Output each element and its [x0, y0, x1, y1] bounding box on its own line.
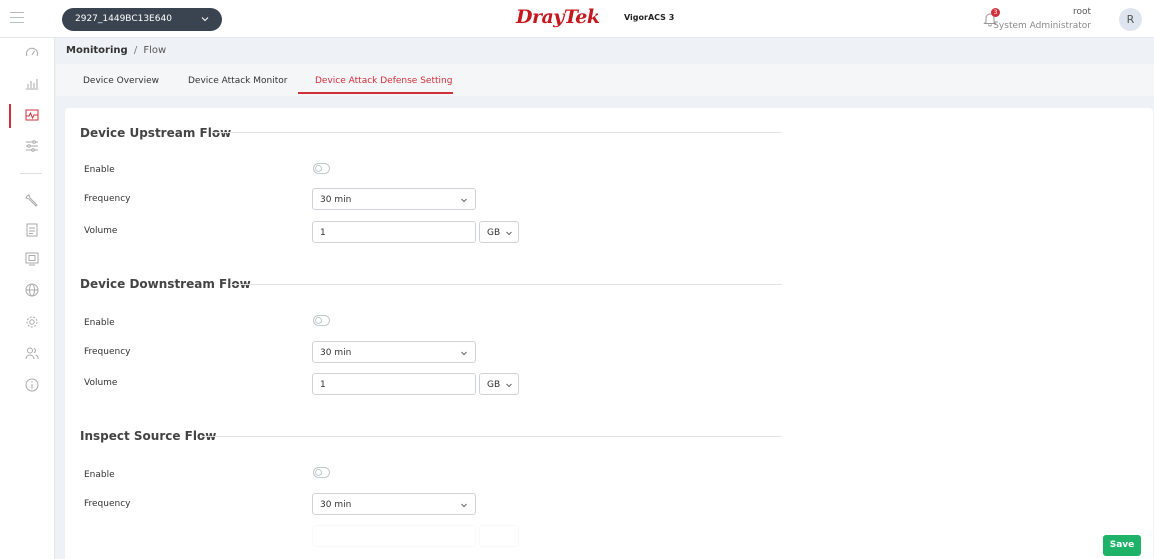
tab-device-attack-defense-setting[interactable]: Device Attack Defense Setting [315, 76, 452, 86]
downstream-volume-unit-select[interactable]: GB [479, 373, 519, 395]
settings-gear-icon[interactable] [25, 315, 39, 329]
section-title-upstream: Device Upstream Flow [80, 126, 232, 140]
save-button[interactable]: Save [1103, 535, 1141, 556]
section-title-downstream: Device Downstream Flow [80, 277, 251, 291]
sliders-icon[interactable] [25, 139, 39, 153]
footer-overlay [65, 522, 1153, 559]
breadcrumb-current: Flow [143, 45, 167, 56]
tab-device-attack-monitor[interactable]: Device Attack Monitor [188, 76, 287, 86]
upstream-volume-label: Volume [84, 226, 118, 236]
globe-icon[interactable] [25, 283, 39, 297]
upstream-enable-label: Enable [84, 165, 115, 175]
downstream-frequency-select[interactable]: 30 min [312, 341, 476, 363]
upstream-frequency-label: Frequency [84, 194, 131, 204]
section-divider [212, 132, 781, 133]
dashboard-gauge-icon[interactable] [25, 46, 39, 60]
monitoring-icon[interactable] [25, 108, 39, 122]
notification-badge: 3 [991, 8, 1000, 17]
product-name: VigorACS 3 [624, 13, 675, 22]
device-icon[interactable] [25, 252, 39, 266]
tab-device-overview[interactable]: Device Overview [83, 76, 159, 86]
info-icon[interactable] [25, 378, 39, 392]
chevron-down-icon [461, 351, 467, 356]
chevron-down-icon [461, 503, 467, 508]
inspect-enable-toggle[interactable] [313, 467, 330, 478]
breadcrumb-parent[interactable]: Monitoring [66, 45, 128, 56]
downstream-volume-input[interactable]: 1 [312, 373, 476, 395]
chevron-down-icon [506, 383, 512, 388]
downstream-enable-label: Enable [84, 318, 115, 328]
avatar[interactable]: R [1119, 8, 1142, 31]
section-divider [201, 436, 781, 437]
tab-bar: Device Overview Device Attack Monitor De… [56, 64, 1154, 96]
chevron-down-icon [201, 17, 209, 22]
top-bar: 2927_1449BC13E640 DrayTek VigorACS 3 3 r… [0, 0, 1154, 38]
wrench-icon[interactable] [25, 194, 39, 208]
upstream-enable-toggle[interactable] [313, 163, 330, 174]
content-card [65, 108, 1153, 559]
downstream-volume-label: Volume [84, 378, 118, 388]
active-indicator [9, 104, 11, 128]
bar-chart-icon[interactable] [25, 76, 39, 90]
menu-icon[interactable] [10, 12, 24, 24]
upstream-volume-unit-select[interactable]: GB [479, 221, 519, 243]
device-selector[interactable]: 2927_1449BC13E640 [62, 8, 222, 31]
draytek-logo: DrayTek [516, 6, 600, 28]
inspect-frequency-label: Frequency [84, 499, 131, 509]
downstream-frequency-label: Frequency [84, 347, 131, 357]
active-tab-underline [298, 92, 453, 94]
users-icon[interactable] [25, 346, 39, 360]
user-role: System Administrator [993, 21, 1091, 31]
device-id: 2927_1449BC13E640 [75, 14, 172, 24]
inspect-enable-label: Enable [84, 470, 115, 480]
chevron-down-icon [461, 198, 467, 203]
breadcrumb-separator: / [133, 45, 138, 56]
user-name: root [1072, 7, 1091, 17]
sidebar [0, 38, 55, 559]
report-icon[interactable] [25, 223, 39, 237]
downstream-enable-toggle[interactable] [313, 315, 330, 326]
upstream-frequency-select[interactable]: 30 min [312, 188, 476, 210]
section-divider [230, 284, 782, 285]
breadcrumb: Monitoring / Flow [66, 45, 166, 56]
upstream-volume-input[interactable]: 1 [312, 221, 476, 243]
sidebar-divider [20, 173, 42, 174]
inspect-frequency-select[interactable]: 30 min [312, 493, 476, 515]
chevron-down-icon [506, 231, 512, 236]
section-title-inspect-source: Inspect Source Flow [80, 429, 217, 443]
